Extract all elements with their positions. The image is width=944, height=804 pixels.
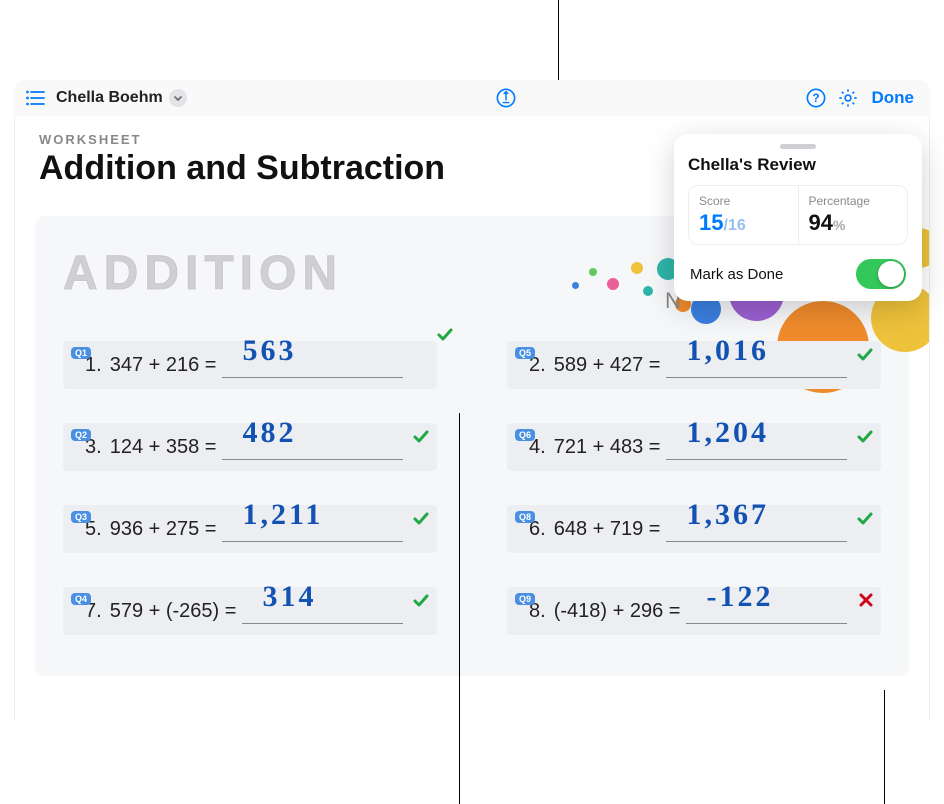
answer-line[interactable]: 1,211 [222,512,403,542]
mark-as-done-toggle[interactable] [856,259,906,289]
done-button[interactable]: Done [864,88,923,108]
callout-line-right [884,690,885,804]
checkmark-icon [855,345,875,365]
questions-grid: Q11.347 + 216 =563 Q52.589 + 427 =1,016 Q2… [63,341,881,635]
question-text: 648 + 719 = [554,518,661,541]
sidebar-toggle-button[interactable] [22,86,50,110]
checkmark-icon [411,427,431,447]
question-badge: Q9 [515,593,535,605]
cross-icon [857,591,875,609]
mark-as-done-label: Mark as Done [690,266,783,283]
question-badge: Q1 [71,347,91,359]
handwritten-answer: 1,016 [686,334,769,368]
question-badge: Q3 [71,511,91,523]
score-value: 15/16 [699,210,788,236]
question-text: 589 + 427 = [554,354,661,377]
handwritten-answer: 1,204 [686,416,769,450]
callout-line-top [558,0,559,80]
review-title: Chella's Review [688,155,908,175]
handwritten-answer: 1,211 [242,498,323,532]
answer-line[interactable]: 1,204 [666,430,847,460]
question-text: 936 + 275 = [110,518,217,541]
answer-line[interactable]: 1,367 [666,512,847,542]
toolbar: Chella Boehm ? Done [14,80,930,116]
review-panel: Chella's Review Score 15/16 Percentage 9… [674,134,922,301]
question-row[interactable]: Q11.347 + 216 =563 [63,341,437,389]
answer-line[interactable]: 563 [222,348,403,378]
question-row[interactable]: Q23.124 + 358 =482 [63,423,437,471]
checkmark-icon [411,509,431,529]
question-row[interactable]: Q47.579 + (-265) =314 [63,587,437,635]
review-stats: Score 15/16 Percentage 94% [688,185,908,245]
mark-as-done-row: Mark as Done [688,257,908,291]
checkmark-icon [855,509,875,529]
markup-button[interactable] [492,84,520,112]
student-picker-button[interactable] [169,89,187,107]
question-badge: Q4 [71,593,91,605]
handwritten-answer: 1,367 [686,498,769,532]
question-badge: Q2 [71,429,91,441]
question-row[interactable]: Q98.(-418) + 296 =-122 [507,587,881,635]
answer-line[interactable]: 482 [222,430,403,460]
svg-text:?: ? [812,91,819,105]
question-row[interactable]: Q64.721 + 483 =1,204 [507,423,881,471]
question-row[interactable]: Q35.936 + 275 =1,211 [63,505,437,553]
percentage-stat: Percentage 94% [798,186,908,244]
question-text: 721 + 483 = [554,436,661,459]
panel-grabber[interactable] [780,144,816,149]
question-text: (-418) + 296 = [554,600,681,623]
checkmark-icon [855,427,875,447]
checkmark-icon [411,591,431,611]
handwritten-answer: -122 [706,580,773,614]
handwritten-answer: 482 [242,416,296,450]
answer-line[interactable]: 314 [242,594,403,624]
percentage-value: 94% [809,210,898,236]
student-name: Chella Boehm [56,89,163,107]
handwritten-answer: 563 [242,334,296,368]
settings-button[interactable] [832,84,864,112]
question-row[interactable]: Q86.648 + 719 =1,367 [507,505,881,553]
score-label: Score [699,194,788,208]
question-text: 347 + 216 = [110,354,217,377]
callout-line-middle [459,413,460,804]
question-badge: Q6 [515,429,535,441]
handwritten-answer: 314 [262,580,316,614]
checkmark-icon [435,325,455,345]
question-badge: Q8 [515,511,535,523]
score-stat: Score 15/16 [689,186,798,244]
percentage-label: Percentage [809,194,898,208]
question-text: 124 + 358 = [110,436,217,459]
answer-line[interactable]: 1,016 [666,348,847,378]
answer-line[interactable]: -122 [686,594,847,624]
question-text: 579 + (-265) = [110,600,237,623]
question-row[interactable]: Q52.589 + 427 =1,016 [507,341,881,389]
question-badge: Q5 [515,347,535,359]
help-button[interactable]: ? [800,84,832,112]
